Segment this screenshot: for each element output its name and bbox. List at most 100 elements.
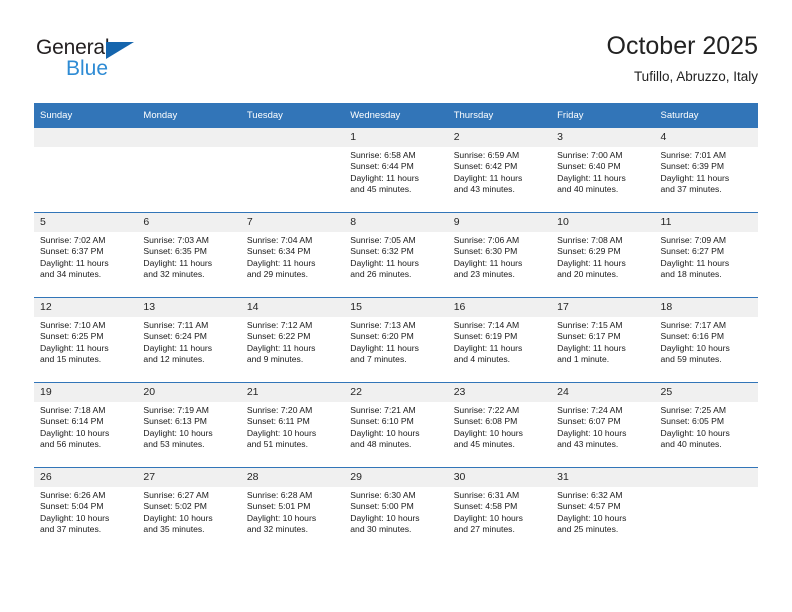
day-details: Sunrise: 7:14 AM Sunset: 6:19 PM Daylight:… (448, 317, 551, 366)
calendar-day-cell[interactable]: 20 Sunrise: 7:19 AM Sunset: 6:13 PM Dayligh… (137, 382, 241, 468)
daylight-text-line1: Daylight: 10 hours (143, 512, 213, 523)
day-number: 24 (551, 383, 655, 402)
calendar-week-row: 12 Sunrise: 7:10 AM Sunset: 6:25 PM Dayligh… (34, 297, 758, 383)
day-number: 9 (447, 213, 552, 232)
daylight-text-line1: Daylight: 10 hours (350, 427, 420, 438)
daylight-text-line2: and 59 minutes. (660, 354, 722, 365)
day-number: 21 (240, 383, 345, 402)
sunset-text: Sunset: 6:27 PM (660, 246, 725, 257)
day-details: Sunrise: 7:01 AM Sunset: 6:39 PM Daylight:… (655, 147, 758, 196)
calendar-day-cell[interactable]: 14 Sunrise: 7:12 AM Sunset: 6:22 PM Dayligh… (240, 297, 345, 383)
day-number (137, 128, 241, 147)
calendar-day-cell[interactable]: 11 Sunrise: 7:09 AM Sunset: 6:27 PM Dayligh… (654, 212, 758, 298)
calendar-week-row: 1 Sunrise: 6:58 AM Sunset: 6:44 PM Daylight… (34, 127, 758, 213)
calendar-day-cell[interactable]: 26 Sunrise: 6:26 AM Sunset: 5:04 PM Dayligh… (34, 467, 138, 552)
sunrise-text: Sunrise: 7:01 AM (660, 150, 726, 160)
calendar-day-cell[interactable]: 8 Sunrise: 7:05 AM Sunset: 6:32 PM Daylight… (344, 212, 448, 298)
calendar-day-cell[interactable]: 2 Sunrise: 6:59 AM Sunset: 6:42 PM Daylight… (447, 127, 552, 213)
day-details: Sunrise: 6:28 AM Sunset: 5:01 PM Daylight:… (241, 487, 344, 536)
calendar-day-cell[interactable]: 25 Sunrise: 7:25 AM Sunset: 6:05 PM Dayligh… (654, 382, 758, 468)
sunset-text: Sunset: 6:20 PM (350, 331, 414, 342)
daylight-text-line1: Daylight: 11 hours (557, 172, 626, 183)
calendar-day-cell[interactable]: 22 Sunrise: 7:21 AM Sunset: 6:10 PM Dayligh… (344, 382, 448, 468)
calendar-day-cell[interactable]: 24 Sunrise: 7:24 AM Sunset: 6:07 PM Dayligh… (551, 382, 655, 468)
calendar-day-cell[interactable]: 7 Sunrise: 7:04 AM Sunset: 6:34 PM Daylight… (240, 212, 345, 298)
calendar-day-cell[interactable]: 1 Sunrise: 6:58 AM Sunset: 6:44 PM Daylight… (344, 127, 448, 213)
daylight-text-line1: Daylight: 11 hours (350, 172, 419, 183)
day-number: 27 (137, 468, 241, 487)
calendar-day-cell[interactable]: 5 Sunrise: 7:02 AM Sunset: 6:37 PM Daylight… (34, 212, 138, 298)
day-number: 12 (34, 298, 138, 317)
calendar-day-cell[interactable]: 4 Sunrise: 7:01 AM Sunset: 6:39 PM Daylight… (654, 127, 758, 213)
daylight-text-line2: and 45 minutes. (453, 439, 515, 450)
sunset-text: Sunset: 6:40 PM (557, 161, 621, 172)
sunrise-text: Sunrise: 6:32 AM (557, 490, 623, 500)
calendar-day-cell[interactable]: 27 Sunrise: 6:27 AM Sunset: 5:02 PM Dayligh… (137, 467, 241, 552)
sunrise-text: Sunrise: 6:27 AM (143, 490, 209, 500)
sunset-text: Sunset: 6:10 PM (350, 416, 414, 427)
calendar-day-cell[interactable]: 28 Sunrise: 6:28 AM Sunset: 5:01 PM Dayligh… (240, 467, 345, 552)
day-details: Sunrise: 7:12 AM Sunset: 6:22 PM Daylight:… (241, 317, 344, 366)
day-number: 13 (137, 298, 241, 317)
calendar-day-cell[interactable]: 19 Sunrise: 7:18 AM Sunset: 6:14 PM Dayligh… (34, 382, 138, 468)
day-details: Sunrise: 6:27 AM Sunset: 5:02 PM Daylight:… (137, 487, 240, 536)
day-details: Sunrise: 6:26 AM Sunset: 5:04 PM Daylight:… (34, 487, 137, 536)
sunset-text: Sunset: 6:24 PM (143, 331, 207, 342)
calendar-day-cell[interactable]: 3 Sunrise: 7:00 AM Sunset: 6:40 PM Daylight… (551, 127, 655, 213)
calendar-day-cell[interactable]: 9 Sunrise: 7:06 AM Sunset: 6:30 PM Daylight… (447, 212, 552, 298)
weekday-header-thursday: Thursday (447, 103, 552, 128)
calendar-day-cell[interactable]: 23 Sunrise: 7:22 AM Sunset: 6:08 PM Dayligh… (447, 382, 552, 468)
calendar-day-cell[interactable]: 15 Sunrise: 7:13 AM Sunset: 6:20 PM Dayligh… (344, 297, 448, 383)
sunset-text: Sunset: 6:30 PM (453, 246, 518, 257)
calendar-day-cell[interactable]: 6 Sunrise: 7:03 AM Sunset: 6:35 PM Daylight… (137, 212, 241, 298)
calendar-day-cell[interactable]: 16 Sunrise: 7:14 AM Sunset: 6:19 PM Dayligh… (447, 297, 552, 383)
daylight-text-line1: Daylight: 10 hours (557, 427, 627, 438)
calendar-day-cell[interactable]: 30 Sunrise: 6:31 AM Sunset: 4:58 PM Dayligh… (447, 467, 552, 552)
sunset-text: Sunset: 5:02 PM (143, 501, 207, 512)
day-details: Sunrise: 7:21 AM Sunset: 6:10 PM Daylight:… (344, 402, 447, 451)
daylight-text-line2: and 30 minutes. (350, 524, 412, 535)
daylight-text-line2: and 32 minutes. (246, 524, 308, 535)
calendar-day-cell[interactable]: 12 Sunrise: 7:10 AM Sunset: 6:25 PM Dayligh… (34, 297, 138, 383)
calendar-day-cell[interactable]: 10 Sunrise: 7:08 AM Sunset: 6:29 PM Dayligh… (551, 212, 655, 298)
sunset-text: Sunset: 4:58 PM (453, 501, 518, 512)
calendar-day-cell-empty (137, 127, 241, 213)
daylight-text-line1: Daylight: 10 hours (557, 512, 627, 523)
sunset-text: Sunset: 5:01 PM (246, 501, 311, 512)
day-details: Sunrise: 7:15 AM Sunset: 6:17 PM Daylight:… (551, 317, 654, 366)
daylight-text-line2: and 51 minutes. (246, 439, 308, 450)
day-details: Sunrise: 7:24 AM Sunset: 6:07 PM Daylight:… (551, 402, 654, 451)
calendar-day-cell[interactable]: 18 Sunrise: 7:17 AM Sunset: 6:16 PM Dayligh… (654, 297, 758, 383)
day-number: 17 (551, 298, 655, 317)
sunrise-text: Sunrise: 7:19 AM (143, 405, 209, 415)
day-number (240, 128, 345, 147)
sunrise-text: Sunrise: 7:13 AM (350, 320, 416, 330)
calendar-day-cell[interactable]: 31 Sunrise: 6:32 AM Sunset: 4:57 PM Dayligh… (551, 467, 655, 552)
day-details: Sunrise: 7:09 AM Sunset: 6:27 PM Daylight:… (655, 232, 758, 281)
general-blue-logo: General Blue (34, 34, 234, 94)
daylight-text-line2: and 37 minutes. (40, 524, 102, 535)
sunrise-text: Sunrise: 7:03 AM (143, 235, 209, 245)
daylight-text-line2: and 32 minutes. (143, 269, 205, 280)
day-number: 11 (654, 213, 758, 232)
day-number: 7 (240, 213, 345, 232)
weekday-header-monday: Monday (137, 103, 241, 128)
day-number: 29 (344, 468, 448, 487)
sunset-text: Sunset: 6:19 PM (453, 331, 518, 342)
day-details: Sunrise: 7:00 AM Sunset: 6:40 PM Daylight:… (551, 147, 654, 196)
calendar-week-row: 5 Sunrise: 7:02 AM Sunset: 6:37 PM Daylight… (34, 212, 758, 298)
calendar-day-cell[interactable]: 17 Sunrise: 7:15 AM Sunset: 6:17 PM Dayligh… (551, 297, 655, 383)
day-details: Sunrise: 6:31 AM Sunset: 4:58 PM Daylight:… (448, 487, 551, 536)
sunrise-text: Sunrise: 7:00 AM (557, 150, 623, 160)
calendar-day-cell[interactable]: 13 Sunrise: 7:11 AM Sunset: 6:24 PM Dayligh… (137, 297, 241, 383)
calendar-day-cell[interactable]: 29 Sunrise: 6:30 AM Sunset: 5:00 PM Dayligh… (344, 467, 448, 552)
day-details: Sunrise: 7:20 AM Sunset: 6:11 PM Daylight:… (241, 402, 344, 451)
calendar-header-row: Sunday Monday Tuesday Wednesday Thursday… (34, 103, 758, 128)
daylight-text-line2: and 37 minutes. (660, 184, 722, 195)
calendar-day-cell[interactable]: 21 Sunrise: 7:20 AM Sunset: 6:11 PM Dayligh… (240, 382, 345, 468)
daylight-text-line1: Daylight: 10 hours (453, 427, 523, 438)
day-number (654, 468, 758, 487)
day-number: 19 (34, 383, 138, 402)
day-details: Sunrise: 6:59 AM Sunset: 6:42 PM Daylight:… (448, 147, 551, 196)
sunset-text: Sunset: 6:32 PM (350, 246, 414, 257)
